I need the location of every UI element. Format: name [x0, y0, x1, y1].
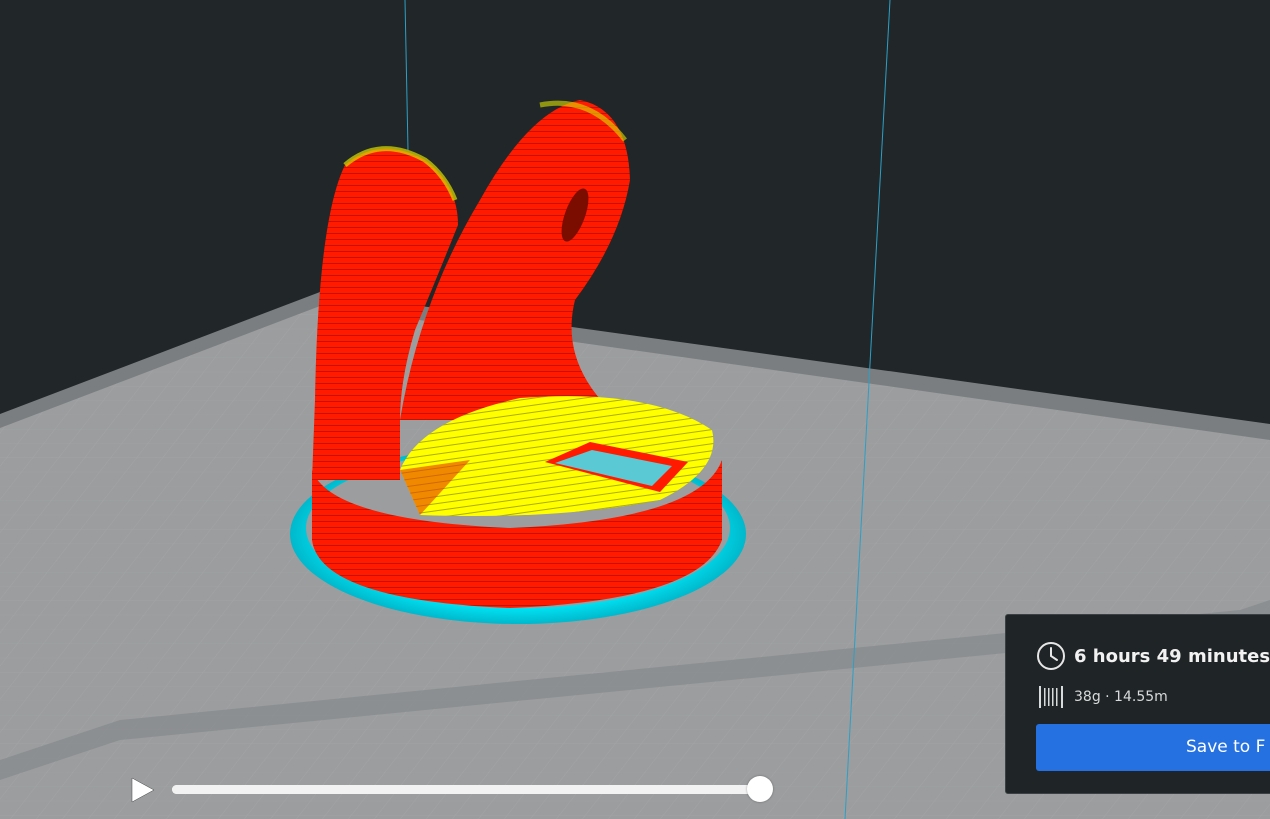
play-icon	[131, 777, 155, 803]
material-usage-text: 38g · 14.55m	[1074, 689, 1168, 705]
3d-viewport[interactable]: 6 hours 49 minutes 38g · 14.55m Save to …	[0, 0, 1270, 819]
simulation-slider-fill	[172, 785, 760, 794]
print-time-row: 6 hours 49 minutes	[1036, 640, 1270, 672]
play-button[interactable]	[124, 772, 160, 808]
print-info-panel: 6 hours 49 minutes 38g · 14.55m Save to …	[1005, 614, 1270, 794]
print-time-text: 6 hours 49 minutes	[1074, 645, 1270, 667]
build-volume-line	[404, 0, 409, 151]
clock-icon	[1037, 642, 1065, 670]
simulation-slider-handle[interactable]	[747, 776, 773, 802]
simulation-slider[interactable]	[172, 785, 760, 794]
save-to-file-button[interactable]: Save to F	[1036, 724, 1270, 771]
material-row: 38g · 14.55m	[1038, 683, 1168, 711]
spool-icon	[1039, 686, 1063, 708]
